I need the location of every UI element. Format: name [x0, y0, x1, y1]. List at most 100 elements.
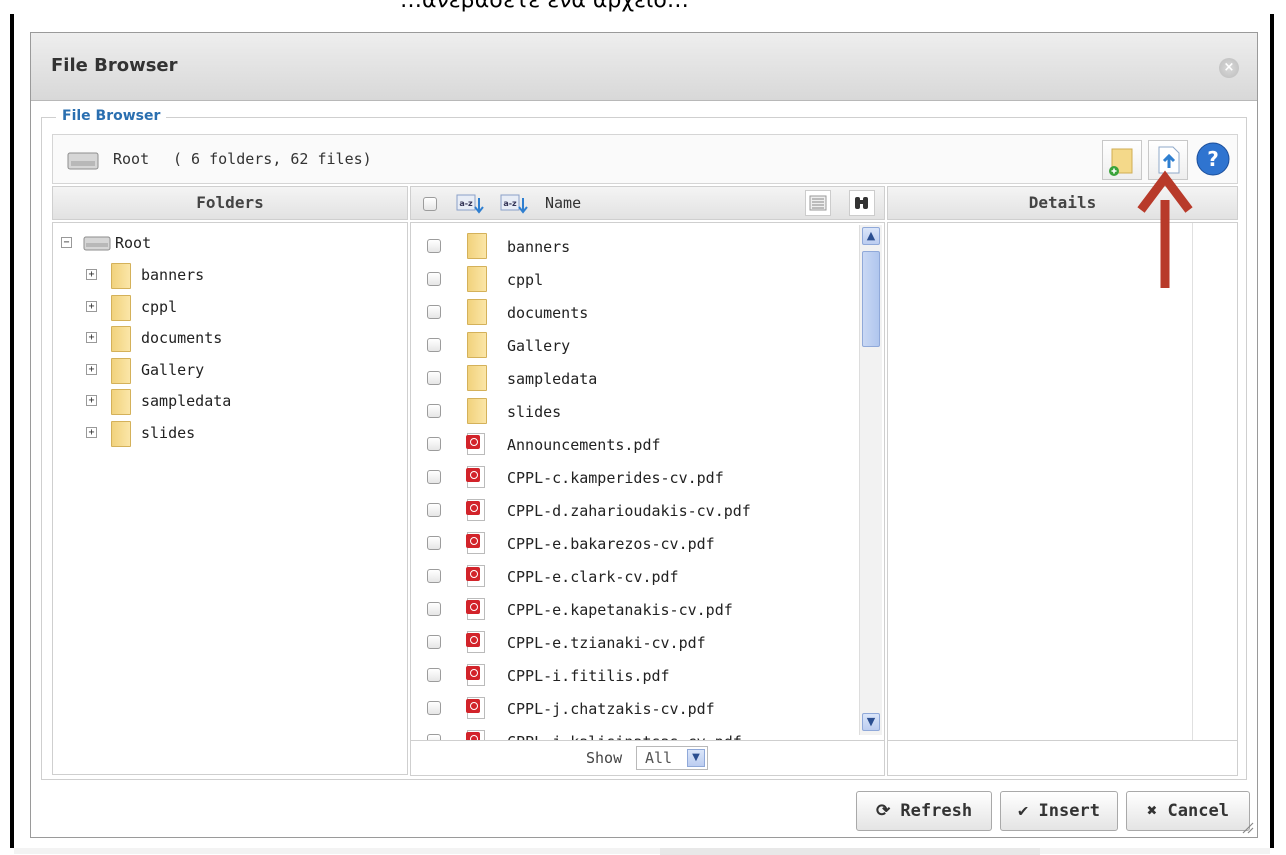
row-checkbox[interactable] — [427, 701, 441, 715]
file-list-file-row[interactable]: CPPL-e.clark-cv.pdf — [411, 563, 856, 593]
file-list-file-row[interactable]: CPPL-d.zaharioudakis-cv.pdf — [411, 497, 856, 527]
tree-folder-label: banners — [141, 266, 205, 284]
tree-folder-item[interactable]: + cppl — [53, 293, 393, 323]
file-list-folder-row[interactable]: slides — [411, 398, 856, 428]
collapse-icon[interactable]: − — [61, 237, 72, 248]
row-checkbox[interactable] — [427, 503, 441, 517]
pdf-icon — [466, 697, 485, 719]
dialog-titlebar[interactable]: File Browser × — [31, 33, 1257, 101]
annotation-arrow — [1137, 170, 1193, 288]
row-checkbox[interactable] — [427, 338, 441, 352]
tree-folder-label: cppl — [141, 297, 178, 316]
files-column-header: a-z a-z Name — [410, 186, 885, 220]
row-checkbox[interactable] — [427, 635, 441, 649]
file-list-folder-row[interactable]: cppl — [411, 266, 856, 296]
expand-icon[interactable]: + — [86, 363, 97, 375]
svg-text:a-z: a-z — [503, 199, 517, 208]
path-root-label[interactable]: Root — [113, 150, 149, 168]
tree-folder-item[interactable]: + banners — [53, 261, 393, 291]
search-button[interactable] — [849, 190, 875, 216]
tree-folder-item[interactable]: + slides — [53, 419, 393, 449]
details-side-strip — [1192, 223, 1237, 741]
file-list-file-row[interactable]: CPPL-i.fitilis.pdf — [411, 662, 856, 692]
view-mode-button[interactable] — [805, 190, 831, 216]
file-list-file-row[interactable]: CPPL-e.tzianaki-cv.pdf — [411, 629, 856, 659]
insert-button[interactable]: ✔ Insert — [1000, 791, 1118, 831]
cancel-button[interactable]: ✖ Cancel — [1126, 791, 1250, 831]
file-name: documents — [507, 304, 589, 322]
sort-az-icon[interactable]: a-z — [455, 192, 485, 216]
file-list-file-row[interactable]: Announcements.pdf — [411, 431, 856, 461]
path-counts: ( 6 folders, 62 files) — [173, 150, 372, 168]
scroll-down-icon[interactable]: ▼ — [862, 713, 880, 731]
row-checkbox[interactable] — [427, 371, 441, 385]
folder-icon — [111, 326, 131, 352]
tree-folder-item[interactable]: + sampledata — [53, 387, 393, 417]
tree-root[interactable]: − Root — [53, 229, 393, 259]
folder-icon — [111, 294, 131, 321]
help-icon: ? — [1196, 142, 1230, 176]
file-name: CPPL-j.chatzakis-cv.pdf — [507, 700, 715, 718]
chevron-down-icon[interactable]: ▼ — [687, 749, 705, 767]
sort-za-icon[interactable]: a-z — [499, 192, 529, 216]
close-icon[interactable]: × — [1219, 58, 1239, 78]
expand-icon[interactable]: + — [86, 269, 97, 280]
folder-icon — [111, 263, 131, 289]
svg-text:?: ? — [1207, 147, 1219, 171]
pdf-icon — [466, 631, 485, 653]
tree-folder-item[interactable]: + documents — [53, 324, 393, 354]
file-list-folder-row[interactable]: documents — [411, 299, 856, 329]
folder-icon — [467, 266, 487, 292]
file-list-scrollbar[interactable]: ▲ ▼ — [859, 225, 882, 735]
file-list-file-row[interactable]: CPPL-e.bakarezos-cv.pdf — [411, 530, 856, 560]
folders-column-header: Folders — [52, 186, 408, 220]
help-button[interactable]: ? — [1194, 140, 1234, 180]
fieldset-legend: File Browser — [56, 108, 167, 124]
folder-icon — [467, 365, 487, 391]
show-filter-bar: Show All ▼ — [410, 740, 885, 776]
binoculars-icon — [855, 197, 868, 209]
select-all-checkbox[interactable] — [423, 197, 437, 211]
top-caption: …ανεβάσετε ένα αρχείο… — [400, 0, 689, 13]
name-column-label[interactable]: Name — [545, 187, 581, 219]
file-name: slides — [507, 403, 562, 421]
expand-icon[interactable]: + — [86, 332, 97, 343]
file-name: Gallery — [507, 337, 571, 355]
folder-icon — [467, 398, 487, 424]
row-checkbox[interactable] — [427, 437, 441, 451]
pdf-icon — [466, 499, 485, 521]
file-name: CPPL-e.tzianaki-cv.pdf — [507, 634, 706, 652]
tree-folder-item[interactable]: + Gallery — [53, 356, 393, 386]
svg-text:a-z: a-z — [459, 199, 473, 208]
expand-icon[interactable]: + — [86, 395, 97, 406]
file-list-file-row[interactable]: CPPL-j.chatzakis-cv.pdf — [411, 695, 856, 725]
file-list-folder-row[interactable]: sampledata — [411, 365, 856, 395]
row-checkbox[interactable] — [427, 239, 441, 253]
refresh-button[interactable]: ⟳ Refresh — [856, 791, 992, 831]
show-select[interactable]: All ▼ — [636, 746, 708, 770]
row-checkbox[interactable] — [427, 602, 441, 616]
folder-icon — [111, 357, 131, 384]
folder-icon — [111, 389, 131, 415]
row-checkbox[interactable] — [427, 569, 441, 583]
resize-grip-icon[interactable] — [1238, 818, 1254, 834]
row-checkbox[interactable] — [427, 272, 441, 286]
file-name: banners — [507, 238, 571, 256]
tree-folder-label: Gallery — [141, 360, 205, 379]
scroll-thumb[interactable] — [862, 251, 880, 347]
dialog-title: File Browser — [51, 55, 178, 76]
file-list-file-row[interactable]: CPPL-c.kamperides-cv.pdf — [411, 464, 856, 494]
file-list-folder-row[interactable]: banners — [411, 233, 856, 263]
file-name: CPPL-e.clark-cv.pdf — [507, 568, 679, 586]
file-list-folder-row[interactable]: Gallery — [411, 332, 856, 362]
row-checkbox[interactable] — [427, 305, 441, 319]
expand-icon[interactable]: + — [86, 426, 97, 438]
row-checkbox[interactable] — [427, 668, 441, 682]
row-checkbox[interactable] — [427, 470, 441, 484]
row-checkbox[interactable] — [427, 404, 441, 418]
pdf-icon — [466, 532, 485, 554]
scroll-up-icon[interactable]: ▲ — [862, 227, 880, 245]
expand-icon[interactable]: + — [86, 300, 97, 312]
file-list-file-row[interactable]: CPPL-e.kapetanakis-cv.pdf — [411, 596, 856, 626]
row-checkbox[interactable] — [427, 536, 441, 550]
